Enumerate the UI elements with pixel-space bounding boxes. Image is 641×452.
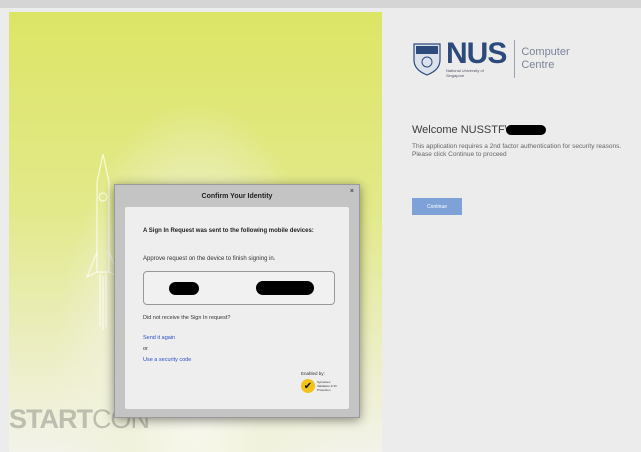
nus-text: NUS — [446, 37, 507, 70]
two-factor-message: This application requires a 2nd factor a… — [412, 143, 622, 158]
or-text: or — [143, 346, 148, 352]
redacted-username — [505, 125, 546, 136]
send-again-link[interactable]: Send it again — [143, 335, 175, 341]
close-icon[interactable]: × — [350, 188, 354, 195]
dialog-title: Confirm Your Identity — [201, 193, 273, 200]
sign-in-request-message: A Sign In Request was sent to the follow… — [143, 228, 314, 234]
not-received-text: Did not receive the Sign In request? — [143, 315, 231, 321]
computer-centre-label: Computer Centre — [521, 46, 579, 72]
nus-computer-centre-logo: NUS National University of Singapore Com… — [412, 37, 579, 79]
welcome-text: Welcome NUSSTF\ — [412, 124, 508, 136]
approve-instruction: Approve request on the device to finish … — [143, 256, 276, 262]
nus-wordmark: NUS National University of Singapore — [446, 37, 507, 79]
symantec-vip-logo: ✔ Symantec Validation & ID Protection — [301, 379, 339, 393]
nus-crest-icon — [413, 43, 441, 76]
top-bar — [0, 0, 641, 8]
symantec-text: Symantec Validation & ID Protection — [317, 380, 337, 392]
continue-button[interactable]: Continue — [412, 198, 462, 215]
redacted-device-1 — [169, 282, 199, 295]
welcome-heading: Welcome NUSSTF\ — [412, 124, 546, 136]
unit-name: Computer Centre — [521, 46, 570, 71]
nus-subtitle: National University of Singapore — [446, 68, 484, 78]
login-panel: NUS National University of Singapore Com… — [382, 12, 641, 452]
start-word: START — [9, 404, 93, 434]
logo-divider — [514, 40, 516, 78]
confirm-identity-dialog: Confirm Your Identity × A Sign In Reques… — [114, 184, 360, 418]
checkmark-icon: ✔ — [301, 379, 315, 393]
dialog-body: A Sign In Request was sent to the follow… — [125, 207, 349, 409]
redacted-device-2 — [256, 281, 314, 295]
device-list — [143, 271, 335, 305]
security-code-link[interactable]: Use a security code — [143, 357, 191, 363]
enabled-by-label: Enabled by: — [301, 371, 325, 376]
